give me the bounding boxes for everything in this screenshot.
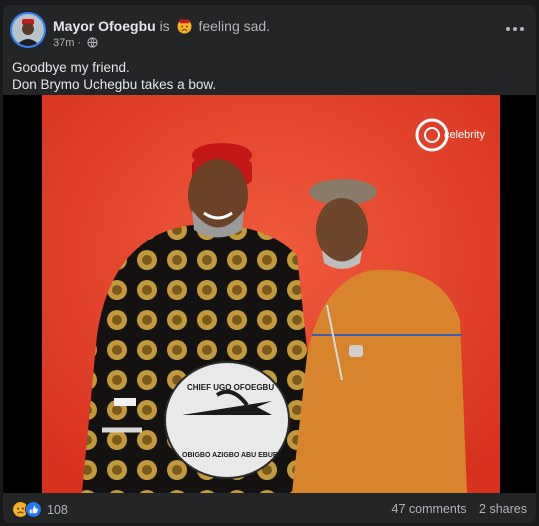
author-name[interactable]: Mayor Ofoegbu (53, 18, 156, 34)
more-dot (513, 27, 517, 31)
feeling-text[interactable]: feeling sad. (198, 18, 270, 34)
more-options-icon[interactable] (504, 20, 526, 38)
seal-plaque: CHIEF UGO OFOEGBU OBIGBO AZIGBO ABU EBUB… (164, 361, 290, 479)
watermark-text: celebrity (444, 129, 485, 141)
more-dot (506, 27, 510, 31)
meta-separator: · (74, 37, 82, 49)
post-photo[interactable]: celebrity CHIEF UGO OFOEGBU OBIGBO AZIGB… (42, 95, 500, 493)
post-meta: 37m · (53, 37, 98, 49)
author-avatar[interactable] (12, 14, 44, 46)
post-header: Mayor Ofoegbu is feeling sad. 37m · (3, 5, 536, 53)
post-footer: 108 47 comments 2 shares (3, 497, 536, 523)
is-word: is (159, 18, 170, 34)
photo-illustration: celebrity CHIEF UGO OFOEGBU OBIGBO AZIGB… (42, 95, 500, 493)
avatar-image (12, 14, 44, 46)
like-reaction-icon (25, 501, 42, 518)
post-text: Goodbye my friend. Don Brymo Uchegbu tak… (12, 59, 216, 93)
seal-bottom-text: OBIGBO AZIGBO ABU EBUBE (182, 452, 283, 459)
comments-link[interactable]: 47 comments (392, 502, 467, 516)
engagement-stats: 47 comments 2 shares (392, 502, 527, 516)
reactions-summary[interactable]: 108 (12, 501, 68, 518)
more-dot (520, 27, 524, 31)
seal-top-text: CHIEF UGO OFOEGBU (187, 383, 274, 392)
shares-link[interactable]: 2 shares (479, 502, 527, 516)
sad-face-emoji-icon (177, 19, 192, 34)
post-photo-container[interactable]: celebrity CHIEF UGO OFOEGBU OBIGBO AZIGB… (3, 95, 536, 493)
post-card: Mayor Ofoegbu is feeling sad. 37m · Good… (3, 5, 536, 523)
post-timestamp[interactable]: 37m (53, 37, 74, 49)
post-text-line: Goodbye my friend. (12, 60, 130, 75)
post-text-line: Don Brymo Uchegbu takes a bow. (12, 77, 217, 92)
post-title-line: Mayor Ofoegbu is feeling sad. (53, 18, 270, 34)
reaction-count[interactable]: 108 (47, 503, 68, 517)
globe-icon (87, 37, 98, 48)
